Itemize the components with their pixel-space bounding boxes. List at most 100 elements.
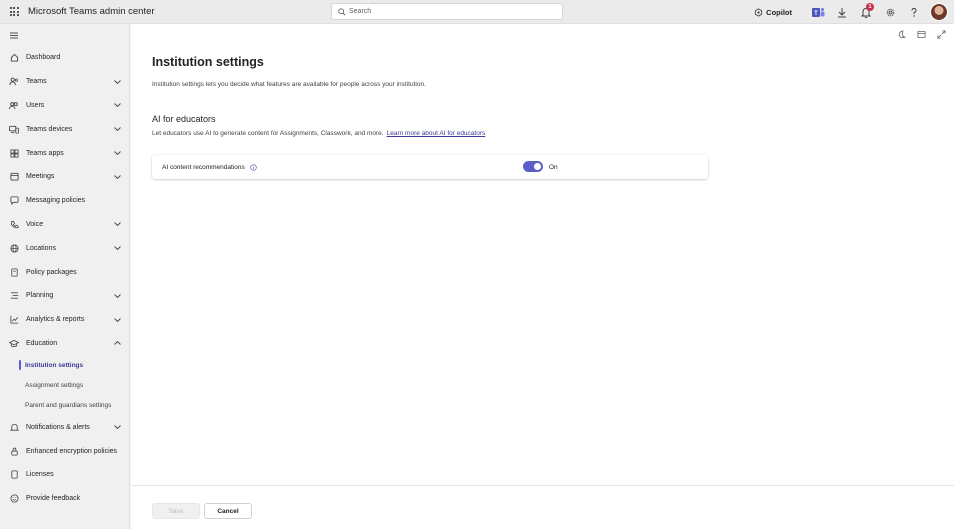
sidebar-item-label: Policy packages [26, 268, 77, 276]
sidebar-item-users[interactable]: Users [0, 94, 129, 118]
chevron-down-icon [114, 222, 121, 227]
sidebar-item-teams[interactable]: Teams [0, 70, 129, 94]
chevron-down-icon [114, 425, 121, 430]
sidebar-item-label: Education [26, 339, 58, 347]
save-button[interactable]: Save [152, 503, 200, 519]
learn-more-link[interactable]: Learn more about AI for educators [387, 130, 486, 137]
sidebar-item-provide-feedback[interactable]: Provide feedback [0, 487, 129, 511]
sidebar-item-analytics-reports[interactable]: Analytics & reports [0, 308, 129, 332]
page-toolbar [894, 27, 948, 41]
sidebar-item-meetings[interactable]: Meetings [0, 165, 129, 189]
sidebar-item-label: Teams [26, 78, 47, 86]
sidebar-item-label: Dashboard [26, 54, 61, 62]
svg-text:T: T [814, 11, 818, 17]
education-icon [9, 338, 19, 348]
gear-icon[interactable] [878, 0, 902, 24]
sidebar-item-label: Notifications & alerts [26, 423, 90, 431]
copilot-label: Copilot [766, 7, 792, 17]
chevron-down-icon [114, 317, 121, 322]
sidebar-subitem-label: Institution settings [25, 361, 84, 369]
bell-icon [9, 422, 19, 432]
panel-icon[interactable] [914, 27, 928, 41]
sidebar-item-voice[interactable]: Voice [0, 213, 129, 237]
teams-icon[interactable]: T [806, 0, 830, 24]
chevron-down-icon [114, 151, 121, 156]
info-icon[interactable] [250, 163, 257, 171]
sidebar-item-messaging-policies[interactable]: Messaging policies [0, 189, 129, 213]
sidebar-item-label: Voice [26, 220, 44, 228]
users-icon [9, 100, 19, 110]
sidebar-item-label: Teams devices [26, 125, 73, 133]
search-input[interactable]: Search [331, 3, 563, 20]
sidebar-item-locations[interactable]: Locations [0, 236, 129, 260]
avatar[interactable] [930, 3, 948, 21]
sidebar-item-label: Users [26, 101, 45, 109]
notification-badge: 1 [866, 3, 874, 11]
setting-label: AI content recommendations [162, 164, 257, 171]
sidebar-subitem-institution-settings[interactable]: Institution settings [0, 355, 129, 375]
copilot-icon [755, 7, 763, 17]
moon-icon[interactable] [894, 27, 908, 41]
devices-icon [9, 124, 19, 134]
sidebar-subitem-parent-guardians-settings[interactable]: Parent and guardians settings [0, 395, 129, 415]
sidebar-nav: Dashboard Teams Users Teams devices Team… [0, 24, 130, 529]
chevron-down-icon [114, 79, 121, 84]
sidebar-item-notifications-alerts[interactable]: Notifications & alerts [0, 415, 129, 439]
chevron-down-icon [114, 103, 121, 108]
globe-icon [9, 243, 19, 253]
setting-card-ai-content: AI content recommendations On [152, 155, 708, 179]
main-content: Institution settings Institution setting… [131, 24, 954, 529]
chevron-down-icon [114, 246, 121, 251]
sidebar-item-label: Planning [26, 292, 54, 300]
sidebar-item-label: Teams apps [26, 149, 64, 157]
sidebar-item-label: Licenses [26, 471, 54, 479]
sidebar-item-teams-devices[interactable]: Teams devices [0, 117, 129, 141]
sidebar-item-planning[interactable]: Planning [0, 284, 129, 308]
sidebar-item-policy-packages[interactable]: Policy packages [0, 260, 129, 284]
sidebar-item-education[interactable]: Education [0, 332, 129, 356]
waffle-icon[interactable] [0, 0, 28, 24]
apps-icon [9, 148, 19, 158]
page-title: Institution settings [152, 55, 264, 69]
sidebar-item-label: Provide feedback [26, 495, 81, 503]
app-title: Microsoft Teams admin center [28, 6, 155, 17]
sidebar-item-label: Meetings [26, 173, 55, 181]
setting-label-text: AI content recommendations [162, 163, 245, 171]
sidebar-item-enhanced-encryption[interactable]: Enhanced encryption policies [0, 439, 129, 463]
lock-icon [9, 446, 19, 456]
section-title: AI for educators [152, 114, 216, 124]
notifications-button[interactable]: 1 [854, 0, 878, 24]
download-icon[interactable] [830, 0, 854, 24]
search-icon [338, 7, 346, 16]
toggle-state-label: On [549, 163, 558, 171]
help-icon[interactable] [902, 0, 926, 24]
chevron-down-icon [114, 127, 121, 132]
expand-icon[interactable] [934, 27, 948, 41]
hamburger-icon[interactable] [0, 24, 129, 46]
sidebar-item-dashboard[interactable]: Dashboard [0, 46, 129, 70]
top-bar: Microsoft Teams admin center Search Copi… [0, 0, 954, 24]
voice-icon [9, 219, 19, 229]
sidebar-item-label: Analytics & reports [26, 316, 85, 324]
sidebar-item-label: Messaging policies [26, 197, 86, 205]
sidebar-subitem-assignment-settings[interactable]: Assignment settings [0, 375, 129, 395]
chevron-down-icon [114, 175, 121, 180]
section-description-text: Let educators use AI to generate content… [152, 130, 384, 137]
footer-bar: Save Cancel [131, 485, 954, 529]
package-icon [9, 267, 19, 277]
sidebar-item-teams-apps[interactable]: Teams apps [0, 141, 129, 165]
chart-icon [9, 315, 19, 325]
cancel-button[interactable]: Cancel [204, 503, 252, 519]
copilot-button[interactable]: Copilot [754, 8, 792, 17]
sidebar-subitem-label: Assignment settings [25, 381, 84, 389]
chevron-up-icon [114, 341, 121, 346]
license-icon [9, 470, 19, 480]
teams-icon [9, 77, 19, 87]
ai-content-toggle[interactable] [523, 161, 543, 172]
list-icon [9, 291, 19, 301]
feedback-icon [9, 494, 19, 504]
sidebar-item-licenses[interactable]: Licenses [0, 463, 129, 487]
sidebar-item-label: Enhanced encryption policies [26, 447, 118, 455]
section-description: Let educators use AI to generate content… [152, 130, 485, 137]
calendar-icon [9, 172, 19, 182]
